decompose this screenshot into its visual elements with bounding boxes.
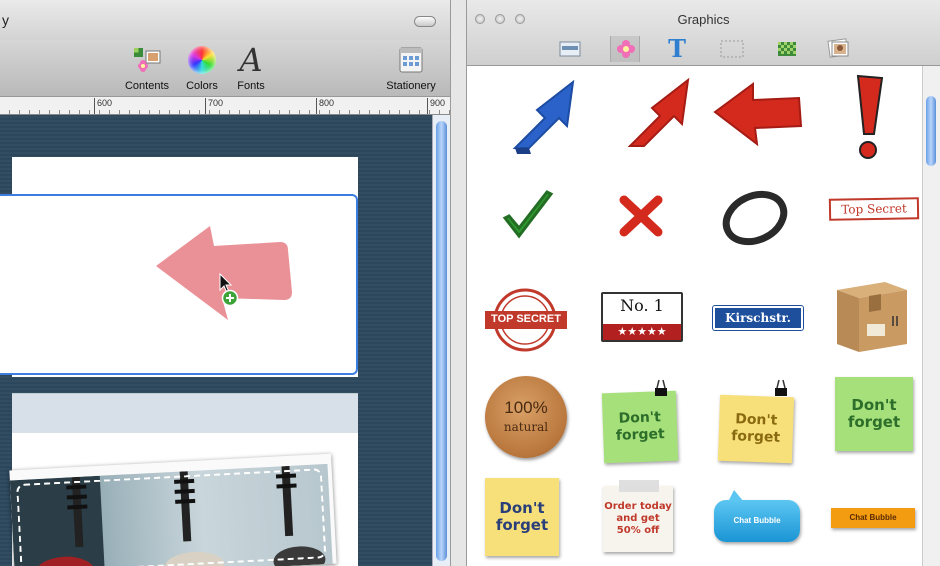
graphics-grid: Top Secret TOP SECRET No. 1 ★★★★★ Kirsch… <box>467 66 922 566</box>
red-arrow-up-graphic[interactable] <box>602 68 702 168</box>
tab-flowers[interactable] <box>610 36 640 62</box>
contents-button[interactable]: Contents <box>119 46 175 94</box>
colors-label: Colors <box>186 80 218 92</box>
tape-strip <box>619 480 659 492</box>
stationery-label: Stationery <box>386 80 436 92</box>
no1-label-graphic[interactable]: No. 1 ★★★★★ <box>601 292 683 342</box>
document-window: y Contents Colors A Fonts Stationery 600… <box>0 0 450 566</box>
binder-clip-icon <box>773 378 789 400</box>
flower-icon <box>617 40 635 58</box>
tab-borders[interactable] <box>717 36 747 62</box>
dont-forget-green-note[interactable]: Don't forget <box>835 377 913 451</box>
tab-text[interactable]: T <box>662 36 692 62</box>
note-text: Don't forget <box>495 499 549 534</box>
window-gap <box>450 0 467 566</box>
ruler-mark: 700 <box>205 98 223 114</box>
photos-icon <box>827 38 849 58</box>
document-toolbar: Contents Colors A Fonts Stationery <box>0 40 450 96</box>
red-arrow-left-graphic[interactable] <box>707 68 807 168</box>
order-today-note[interactable]: Order today and get 50% off <box>603 486 673 552</box>
fonts-button[interactable]: A Fonts <box>229 41 273 94</box>
contents-label: Contents <box>124 80 170 92</box>
red-x-graphic[interactable] <box>602 174 702 274</box>
bubble-tail <box>728 490 744 502</box>
graphics-panel: Graphics T Top Secret TOP SECRET No. 1 ★… <box>467 0 940 566</box>
document-titlebar: y <box>0 0 450 40</box>
no1-stars: ★★★★★ <box>603 324 681 340</box>
graphics-scrollbar[interactable] <box>922 66 940 566</box>
document-scroll-thumb[interactable] <box>436 121 447 561</box>
chat-bubble-text: Chat Bubble <box>733 516 781 525</box>
tab-patterns[interactable] <box>772 36 802 62</box>
toolbar-toggle-button[interactable] <box>414 16 436 27</box>
cardboard-box-graphic[interactable] <box>833 276 911 356</box>
dont-forget-yellow-clip-note[interactable]: Don't forget <box>717 394 795 464</box>
stationery-icon <box>396 46 426 74</box>
exclamation-graphic[interactable] <box>822 68 922 168</box>
fonts-icon: A <box>239 41 263 79</box>
section-band <box>12 393 358 434</box>
borders-icon <box>720 40 744 58</box>
note-text: Don't forget <box>615 409 665 444</box>
dont-forget-yellow-note[interactable]: Don't forget <box>485 478 559 556</box>
document-scrollbar[interactable] <box>432 115 450 566</box>
stationery-button[interactable]: Stationery <box>378 46 444 94</box>
street-sign-graphic[interactable]: Kirschstr. <box>712 305 804 331</box>
top-secret-stamp-text: Top Secret <box>828 197 920 221</box>
graphics-titlebar: Graphics T <box>467 0 940 66</box>
circle-scribble-graphic[interactable] <box>707 174 807 274</box>
backgrounds-icon <box>559 41 581 57</box>
natural-word-text: natural <box>503 420 549 434</box>
note-text: Don't forget <box>847 396 901 431</box>
fonts-label: Fonts <box>237 80 265 92</box>
chat-bubble-text: Chat Bubble <box>849 513 897 522</box>
natural-percent-text: 100% <box>504 398 548 417</box>
chat-bubble-blue-graphic[interactable]: Chat Bubble <box>714 490 800 542</box>
graphics-title: Graphics <box>677 12 730 27</box>
text-icon: T <box>668 34 686 63</box>
ruler-mark: 600 <box>94 98 112 114</box>
order-today-text: Order today and get 50% off <box>604 501 672 536</box>
top-secret-stamp-graphic[interactable]: Top Secret <box>828 197 920 228</box>
selected-text-box[interactable] <box>0 194 358 375</box>
document-title: y <box>2 12 9 28</box>
dont-forget-green-clip-note[interactable]: Don't forget <box>601 390 679 464</box>
photo-frame-stitch <box>16 468 327 566</box>
guitar-photo[interactable] <box>9 453 337 566</box>
top-secret-seal-text: TOP SECRET <box>491 313 561 325</box>
no1-label-text: No. 1 <box>620 296 664 315</box>
binder-clip-icon <box>653 378 669 400</box>
graphics-scroll-thumb[interactable] <box>926 96 936 166</box>
natural-badge-graphic[interactable]: 100% natural <box>485 376 567 458</box>
blue-arrow-graphic[interactable] <box>485 68 585 168</box>
top-secret-seal-graphic[interactable]: TOP SECRET <box>481 280 581 380</box>
copy-cursor-icon <box>219 272 239 307</box>
ruler-mark: 900 <box>427 98 445 114</box>
checkmark-graphic[interactable] <box>485 174 585 274</box>
color-wheel-icon <box>188 46 216 74</box>
colors-button[interactable]: Colors <box>180 46 224 94</box>
horizontal-ruler: 600 700 800 900 <box>0 96 450 115</box>
street-sign-text: Kirschstr. <box>725 311 791 325</box>
tab-backgrounds[interactable] <box>555 36 585 62</box>
note-text: Don't forget <box>731 411 781 446</box>
patterns-icon <box>778 42 796 56</box>
chat-bubble-orange-graphic[interactable]: Chat Bubble <box>831 508 915 528</box>
contents-icon <box>132 46 162 74</box>
tab-photos[interactable] <box>824 36 854 62</box>
ruler-mark: 800 <box>316 98 334 114</box>
